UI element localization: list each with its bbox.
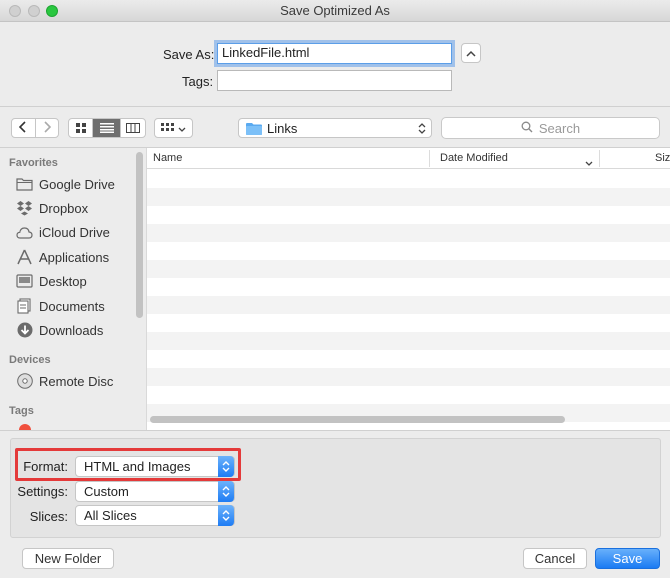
save-as-label: Save As: [163, 47, 215, 62]
sidebar-item-desktop[interactable]: Desktop [16, 271, 87, 291]
sidebar-item-label: Applications [39, 249, 110, 265]
folder-icon [246, 122, 262, 135]
list-row [147, 278, 670, 296]
popup-stepper-icon [218, 505, 234, 526]
settings-value: Custom [84, 484, 129, 499]
location-label: Links [267, 120, 298, 136]
list-row [147, 296, 670, 314]
filename-input[interactable]: LinkedFile.html [217, 43, 452, 64]
sidebar-item-label: Google Drive [39, 176, 115, 192]
column-header-size[interactable]: Siz [655, 152, 670, 164]
forward-button[interactable] [36, 119, 59, 137]
list-row [147, 332, 670, 350]
columns-icon [126, 121, 140, 136]
sidebar-item-label: Desktop [39, 273, 87, 289]
sidebar-scrollbar[interactable] [136, 152, 143, 318]
sidebar-item-icloud-drive[interactable]: iCloud Drive [16, 222, 110, 242]
tags-input[interactable] [217, 70, 452, 91]
favorites-header: Favorites [9, 157, 58, 169]
sidebar-item-applications[interactable]: Applications [16, 247, 109, 267]
save-button[interactable]: Save [595, 548, 660, 569]
search-placeholder: Search [538, 120, 581, 136]
sidebar-item-label: Downloads [39, 322, 104, 338]
sidebar-item-label: Dropbox [39, 200, 89, 216]
sidebar-item-label: Documents [39, 298, 105, 314]
arrange-grid-icon [161, 121, 175, 136]
chevron-down-icon [178, 121, 186, 136]
arrange-menu-button[interactable] [154, 118, 193, 138]
list-row [147, 224, 670, 242]
cancel-button[interactable]: Cancel [523, 548, 587, 569]
window-title: Save Optimized As [280, 3, 390, 18]
chevron-up-icon [466, 46, 476, 61]
icon-view-button[interactable] [69, 119, 93, 137]
slices-label: Slices: [29, 509, 68, 524]
horizontal-scrollbar[interactable] [150, 416, 565, 423]
settings-label: Settings: [17, 484, 68, 499]
list-row [147, 206, 670, 224]
cloud-icon [16, 224, 33, 241]
divider [0, 430, 670, 431]
column-separator [429, 150, 430, 167]
view-mode-control [68, 118, 146, 138]
list-row [147, 188, 670, 206]
format-highlight-box [15, 448, 241, 481]
chevron-left-icon [19, 120, 27, 136]
list-row [147, 350, 670, 368]
desktop-icon [16, 273, 33, 290]
tags-header: Tags [9, 405, 34, 417]
chevron-right-icon [43, 120, 51, 136]
column-view-button[interactable] [121, 119, 145, 137]
grid-icon [75, 121, 86, 136]
popup-stepper-icon [218, 481, 234, 502]
list-row [147, 242, 670, 260]
sidebar-item-label: Remote Disc [39, 373, 114, 389]
divider [0, 106, 670, 107]
new-folder-button[interactable]: New Folder [22, 548, 114, 569]
back-forward-control [11, 118, 59, 138]
search-field[interactable]: Search [441, 117, 660, 139]
list-row [147, 386, 670, 404]
sidebar-item-documents[interactable]: Documents [16, 296, 105, 316]
up-down-arrows-icon [418, 122, 426, 138]
slices-popup[interactable]: All Slices [75, 505, 235, 526]
downloads-icon [16, 322, 33, 339]
sidebar-item-remote-disc[interactable]: Remote Disc [16, 371, 113, 391]
sidebar-item-label: iCloud Drive [39, 224, 110, 240]
file-list: Name Date Modified Siz [146, 148, 670, 430]
title-bar: Save Optimized As [0, 0, 670, 22]
list-row [147, 368, 670, 386]
list-icon [99, 121, 114, 136]
disc-icon [16, 373, 33, 390]
list-header: Name Date Modified Siz [147, 148, 670, 169]
settings-popup[interactable]: Custom [75, 481, 235, 502]
sidebar: Favorites Google Drive Dropbox iCloud Dr… [0, 148, 146, 430]
column-header-name[interactable]: Name [153, 152, 182, 164]
slices-value: All Slices [84, 508, 137, 523]
devices-header: Devices [9, 354, 51, 366]
applications-icon [16, 249, 33, 266]
sidebar-item-downloads[interactable]: Downloads [16, 320, 103, 340]
documents-icon [16, 298, 33, 315]
column-header-date-modified[interactable]: Date Modified [440, 152, 508, 164]
sidebar-item-google-drive[interactable]: Google Drive [16, 174, 115, 194]
list-view-button[interactable] [93, 119, 121, 137]
dropbox-icon [16, 200, 33, 217]
search-icon [521, 121, 533, 136]
tags-label: Tags: [182, 74, 214, 89]
collapse-dialog-button[interactable] [461, 43, 481, 63]
column-separator [599, 150, 600, 167]
list-rows [147, 170, 670, 422]
list-row [147, 314, 670, 332]
folder-icon [16, 176, 33, 193]
location-popup[interactable]: Links [238, 118, 432, 138]
back-button[interactable] [12, 119, 36, 137]
list-row [147, 260, 670, 278]
list-row [147, 170, 670, 188]
sidebar-item-dropbox[interactable]: Dropbox [16, 198, 88, 218]
sort-chevron-down-icon [585, 155, 593, 170]
